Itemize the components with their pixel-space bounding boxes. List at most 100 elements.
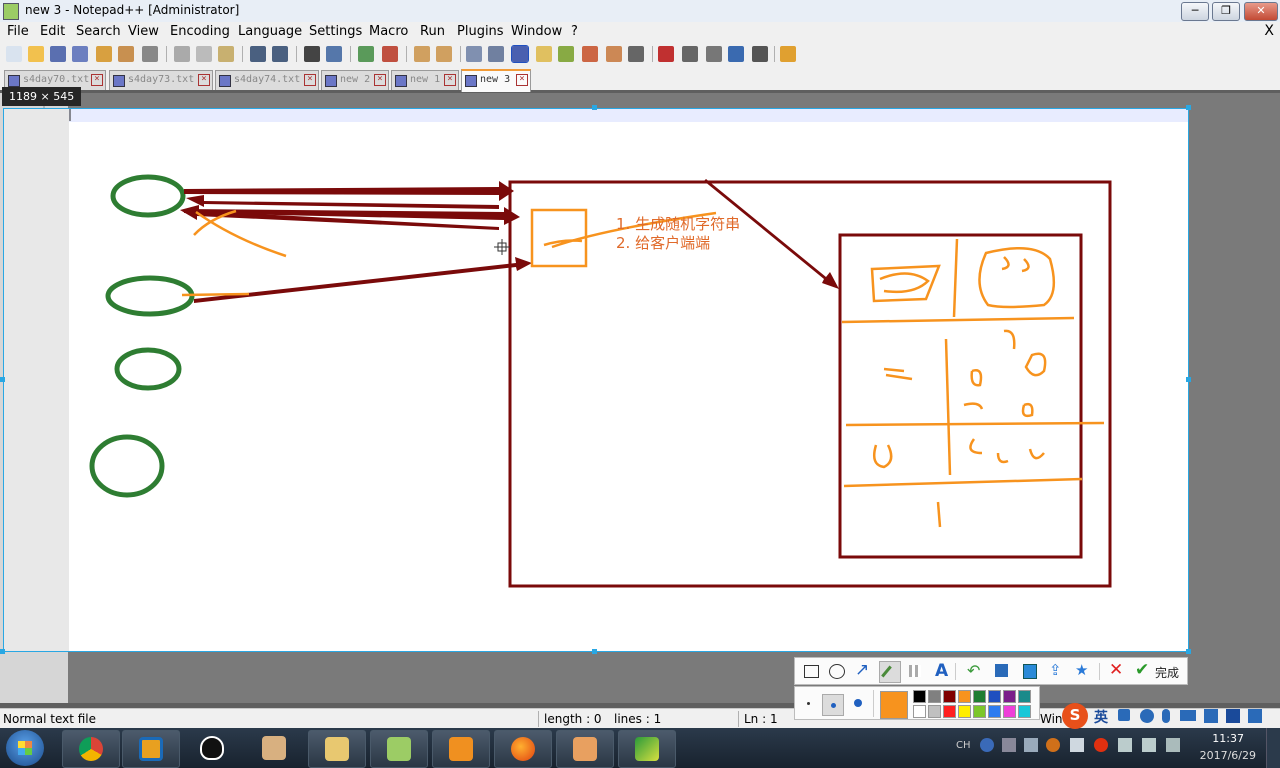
monitoring-icon[interactable]	[606, 46, 622, 62]
color-swatch[interactable]	[988, 705, 1001, 718]
resize-handle-left[interactable]	[0, 377, 5, 382]
tab-close-icon[interactable]: ×	[516, 74, 528, 86]
sogou-logo-icon[interactable]: S	[1062, 703, 1088, 729]
app-taskbar-button[interactable]	[556, 730, 614, 768]
save-icon[interactable]	[995, 664, 1008, 677]
print-icon[interactable]	[142, 46, 158, 62]
color-swatch[interactable]	[913, 705, 926, 718]
tab-new3[interactable]: new 3 ×	[461, 69, 531, 92]
function-list-icon[interactable]	[558, 46, 574, 62]
menu-run[interactable]: Run	[420, 24, 445, 39]
chrome-taskbar-button[interactable]	[62, 730, 120, 768]
pycharm-taskbar-button[interactable]	[618, 730, 676, 768]
color-swatch[interactable]	[958, 705, 971, 718]
tab-close-icon[interactable]: ×	[91, 74, 103, 86]
color-swatch[interactable]	[943, 690, 956, 703]
color-swatch[interactable]	[928, 705, 941, 718]
copy-icon[interactable]	[1023, 664, 1037, 679]
settings-wrench-icon[interactable]	[1248, 709, 1262, 723]
indent-guide-icon[interactable]	[511, 45, 529, 63]
resize-handle-bottom[interactable]	[592, 649, 597, 654]
brush-size-medium[interactable]	[822, 694, 844, 716]
keyboard-icon[interactable]	[1180, 710, 1196, 721]
show-all-chars-icon[interactable]	[488, 46, 504, 62]
color-swatch[interactable]	[988, 690, 1001, 703]
notepadpp-taskbar-button[interactable]	[370, 730, 428, 768]
qq-taskbar-button[interactable]	[184, 730, 240, 766]
sublime-taskbar-button[interactable]	[432, 730, 490, 768]
save-icon[interactable]	[50, 46, 66, 62]
menu-search[interactable]: Search	[76, 24, 121, 39]
maximize-button[interactable]: ❐	[1212, 2, 1240, 21]
plugin-icon[interactable]	[780, 46, 796, 62]
clock-time[interactable]: 11:37	[1212, 732, 1244, 745]
text-tool-icon[interactable]: A	[935, 661, 948, 681]
done-check-icon[interactable]: ✔	[1135, 660, 1149, 680]
selected-color-swatch[interactable]	[880, 691, 908, 719]
display-icon[interactable]	[1166, 738, 1180, 752]
clock-date[interactable]: 2017/6/29	[1200, 749, 1256, 762]
arrow-tool-icon[interactable]: ↗	[855, 660, 869, 680]
start-button[interactable]	[6, 730, 44, 766]
color-swatch[interactable]	[943, 705, 956, 718]
undo-icon[interactable]	[250, 46, 266, 62]
find-icon[interactable]	[304, 46, 320, 62]
user-icon[interactable]	[1204, 709, 1218, 723]
tray-icon-1[interactable]	[1002, 738, 1016, 752]
close-all-icon[interactable]	[118, 46, 134, 62]
menu-help[interactable]: ?	[571, 24, 578, 39]
sync-horizontal-icon[interactable]	[436, 46, 452, 62]
emoji-icon[interactable]	[1140, 709, 1154, 723]
help-icon[interactable]	[980, 738, 994, 752]
save-macro-icon[interactable]	[752, 46, 768, 62]
brush-size-small[interactable]	[807, 702, 810, 705]
pin-icon[interactable]: ★	[1075, 661, 1088, 679]
menu-language[interactable]: Language	[238, 24, 302, 39]
zoom-in-icon[interactable]	[358, 46, 374, 62]
menu-macro[interactable]: Macro	[369, 24, 408, 39]
tray-icon-3[interactable]	[1046, 738, 1060, 752]
show-desktop-button[interactable]	[1266, 728, 1280, 768]
resize-handle-top-right[interactable]	[1186, 105, 1191, 110]
color-swatch[interactable]	[958, 690, 971, 703]
resize-handle-bottom-left[interactable]	[0, 649, 5, 654]
zoom-out-icon[interactable]	[382, 46, 398, 62]
color-swatch[interactable]	[1003, 690, 1016, 703]
sync-vertical-icon[interactable]	[414, 46, 430, 62]
resize-handle-bottom-right[interactable]	[1186, 649, 1191, 654]
voice-icon[interactable]	[1162, 709, 1170, 723]
tray-icon-4[interactable]	[1070, 738, 1084, 752]
tab-s4day73[interactable]: s4day73.txt ×	[109, 70, 213, 90]
document-map-icon[interactable]	[536, 46, 552, 62]
tab-s4day74[interactable]: s4day74.txt ×	[215, 70, 319, 90]
ellipse-tool-icon[interactable]	[829, 664, 845, 679]
paste-icon[interactable]	[218, 46, 234, 62]
network-icon[interactable]	[1118, 738, 1132, 752]
color-swatch[interactable]	[1003, 705, 1016, 718]
menu-file[interactable]: File	[7, 24, 29, 39]
tray-icon-5[interactable]	[1094, 738, 1108, 752]
minimize-button[interactable]: ─	[1181, 2, 1209, 21]
tab-new1[interactable]: new 1 ×	[391, 70, 459, 90]
media-taskbar-button[interactable]	[246, 730, 302, 766]
menu-settings[interactable]: Settings	[309, 24, 362, 39]
mosaic-tool-icon[interactable]	[909, 665, 921, 677]
tab-new2[interactable]: new 2 ×	[321, 70, 389, 90]
color-swatch[interactable]	[913, 690, 926, 703]
color-swatch[interactable]	[973, 705, 986, 718]
play-macro-icon[interactable]	[706, 46, 722, 62]
share-icon[interactable]: ⇪	[1049, 661, 1062, 679]
brush-size-large[interactable]	[854, 699, 862, 707]
cancel-icon[interactable]: ✕	[1109, 660, 1123, 680]
folder-workspace-icon[interactable]	[582, 46, 598, 62]
copy-icon[interactable]	[196, 46, 212, 62]
color-swatch[interactable]	[973, 690, 986, 703]
tab-close-icon[interactable]: ×	[374, 74, 386, 86]
firefox-taskbar-button[interactable]	[494, 730, 552, 768]
document-close-icon[interactable]: X	[1264, 23, 1274, 39]
resize-handle-right[interactable]	[1186, 377, 1191, 382]
language-indicator[interactable]: CH	[956, 740, 971, 751]
close-file-icon[interactable]	[96, 46, 112, 62]
close-button[interactable]: ✕	[1244, 2, 1278, 21]
explorer-taskbar-button[interactable]	[122, 730, 180, 768]
